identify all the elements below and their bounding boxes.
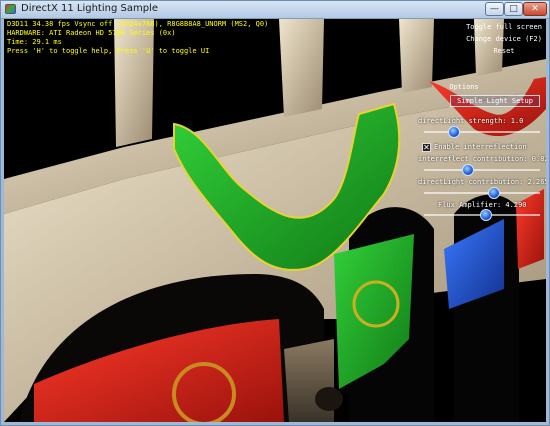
column-3 — [399, 19, 434, 93]
change-device-button[interactable]: Change device (F2) — [464, 33, 544, 45]
direct-light-contribution-slider[interactable] — [424, 187, 540, 199]
slider-thumb[interactable] — [488, 187, 500, 199]
flux-amplifier-slider[interactable] — [424, 209, 540, 221]
slider-thumb[interactable] — [480, 209, 492, 221]
column-2 — [279, 19, 324, 117]
title-bar[interactable]: DirectX 11 Lighting Sample — □ ✕ — [1, 1, 549, 19]
help-line: Press 'H' to toggle help, Press 'U' to t… — [7, 47, 210, 55]
hanging-lamp — [315, 387, 343, 411]
close-button[interactable]: ✕ — [523, 2, 547, 16]
enable-interreflection-label: Enable interreflection — [434, 143, 527, 151]
window-title: DirectX 11 Lighting Sample — [21, 3, 158, 14]
options-button[interactable]: Options — [434, 81, 494, 93]
maximize-button[interactable]: □ — [504, 2, 523, 16]
rendered-3d-scene[interactable]: D3D11 34.38 fps Vsync off (1024x768), R8… — [4, 19, 546, 422]
stats-overlay: D3D11 34.38 fps Vsync off (1024x768), R8… — [7, 20, 268, 56]
directx-app-icon — [5, 4, 16, 14]
toggle-fullscreen-button[interactable]: Toggle full screen — [464, 21, 544, 33]
interreflect-contribution-label: interreflect contribution: 0.829 — [418, 155, 546, 163]
direct-light-strength-slider[interactable] — [424, 126, 540, 138]
preset-dropdown[interactable]: Simple Light Setup — [450, 95, 540, 107]
app-window: DirectX 11 Lighting Sample — □ ✕ D3D11 3… — [0, 0, 550, 426]
fps-line: D3D11 34.38 fps Vsync off (1024x768), R8… — [7, 20, 269, 28]
reset-button[interactable]: Reset — [464, 45, 544, 57]
minimize-button[interactable]: — — [485, 2, 504, 16]
direct-light-contribution-label: directLight contribution: 2.265 — [418, 178, 546, 186]
direct-light-strength-label: directLight strength: 1.0 — [418, 117, 524, 125]
slider-thumb[interactable] — [462, 164, 474, 176]
time-line: Time: 29.1 ms — [7, 38, 62, 46]
slider-thumb[interactable] — [448, 126, 460, 138]
enable-interreflection-checkbox[interactable]: ✕ — [422, 143, 431, 152]
hardware-line: HARDWARE: ATI Radeon HD 5700 Series (0x) — [7, 29, 176, 37]
interreflect-contribution-slider[interactable] — [424, 164, 540, 176]
